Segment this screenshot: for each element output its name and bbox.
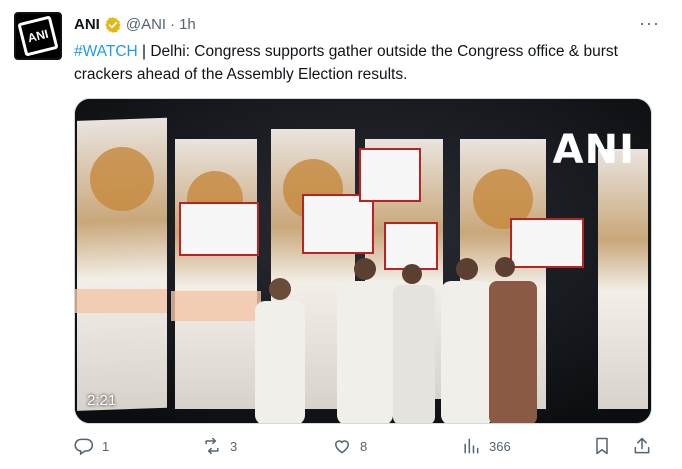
repost-button[interactable]: 3 [202,436,237,456]
avatar[interactable]: ANI [14,12,62,60]
tweet-body: | Delhi: Congress supports gather outsid… [74,43,618,83]
share-icon [634,437,650,454]
repost-icon [205,437,219,455]
ani-logo: ANI [17,15,59,57]
tweet-card[interactable]: ANI ANI @ANI · 1h ··· #WATCH | Delhi: Co… [0,0,682,469]
like-count: 8 [360,438,368,454]
tweet-header: ANI @ANI · 1h [74,15,196,35]
heart-icon [334,440,350,454]
reply-icon [74,438,94,456]
share-button[interactable] [632,436,652,456]
views-chart-icon [464,438,479,454]
bookmark-icon [596,437,608,455]
video-duration: 2:21 [87,392,117,409]
more-options-icon[interactable]: ··· [639,14,660,32]
timestamp[interactable]: 1h [179,15,196,35]
views-button[interactable]: 366 [461,436,511,456]
video-player[interactable]: ANI 2:21 [74,98,652,424]
author-name[interactable]: ANI [74,15,100,35]
repost-count: 3 [230,438,238,454]
video-watermark: ANI [552,127,635,173]
verified-badge-icon[interactable] [104,16,122,34]
reply-count: 1 [102,438,110,454]
reply-button[interactable]: 1 [74,436,109,456]
action-bar: 1 3 8 366 [74,436,654,462]
avatar-logo-text: ANI [26,26,50,46]
author-handle[interactable]: @ANI [126,15,166,35]
bookmark-button[interactable] [592,436,612,456]
tweet-text: #WATCH | Delhi: Congress supports gather… [74,40,664,86]
view-count: 366 [489,438,511,454]
like-button[interactable]: 8 [332,436,367,456]
hashtag-link[interactable]: #WATCH [74,43,138,60]
separator-dot: · [170,16,176,33]
